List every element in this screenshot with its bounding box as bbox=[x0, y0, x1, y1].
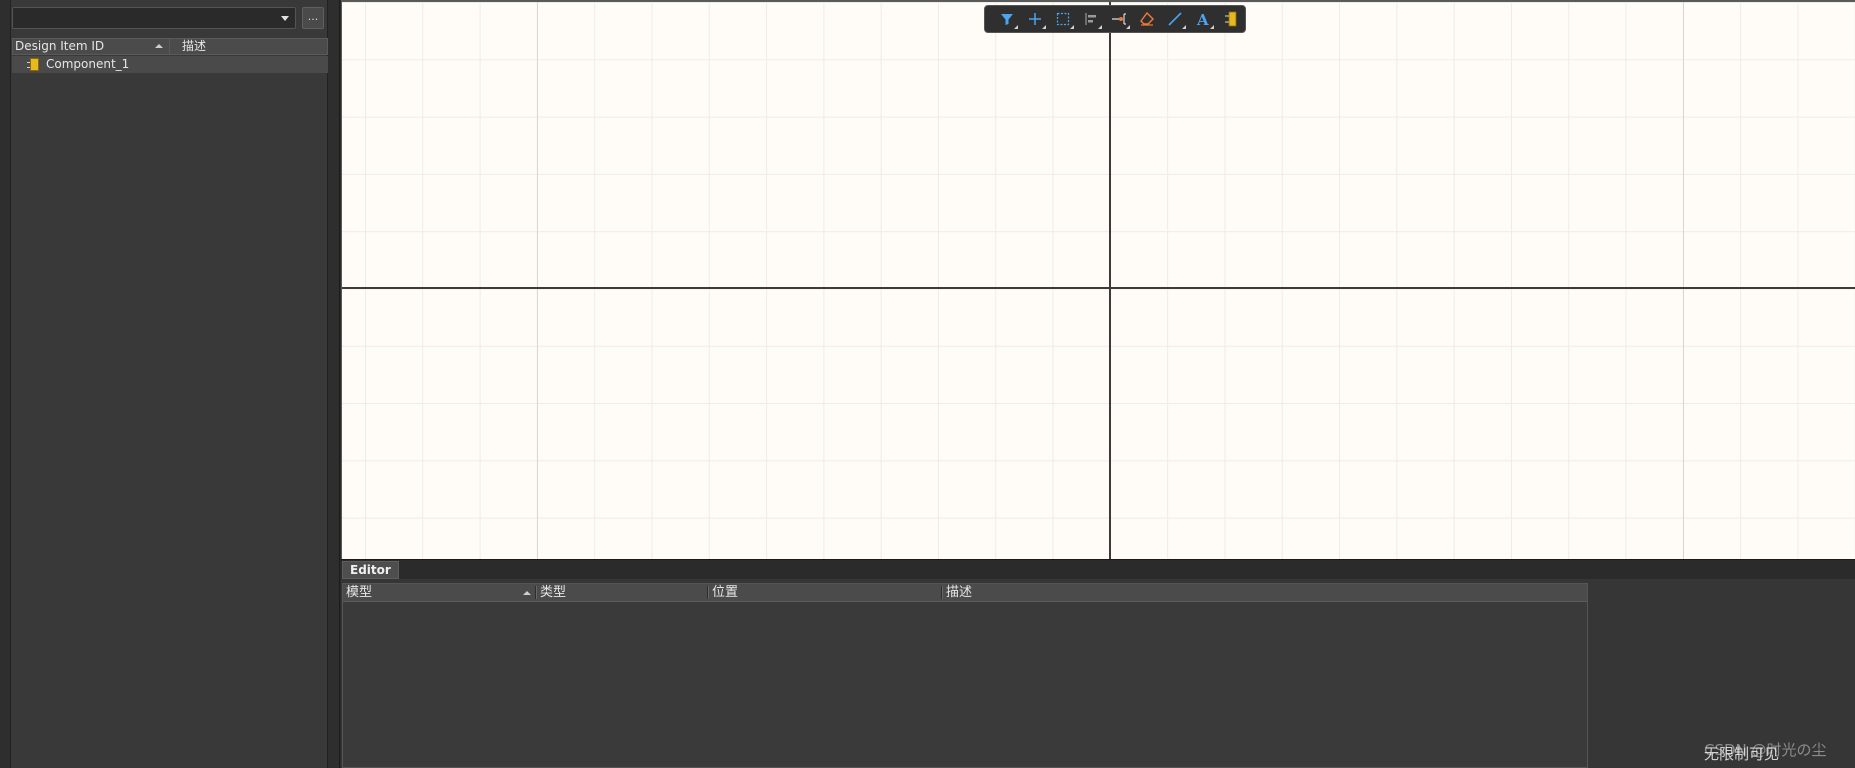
column-type[interactable]: 类型 bbox=[537, 584, 707, 601]
component-icon bbox=[1225, 11, 1237, 27]
tab-editor[interactable]: Editor bbox=[342, 561, 399, 579]
align-icon bbox=[1085, 13, 1096, 25]
dropdown-triangle-icon bbox=[1010, 25, 1018, 29]
library-panel-body bbox=[10, 0, 328, 768]
sort-ascending-icon bbox=[523, 591, 531, 595]
origin-axis-horizontal bbox=[342, 287, 1855, 289]
select-rect-tool[interactable] bbox=[1049, 7, 1077, 31]
active-bar-toolbar: A bbox=[984, 5, 1246, 33]
column-location-label: 位置 bbox=[712, 585, 739, 600]
add-cross-tool[interactable] bbox=[1021, 7, 1049, 31]
dropdown-triangle-icon bbox=[1206, 25, 1214, 29]
origin-axis-vertical bbox=[1109, 2, 1111, 559]
watermark-text-front: 无限制可见 bbox=[1704, 745, 1780, 763]
model-table: 模型 类型 位置 描述 bbox=[342, 583, 1588, 768]
align-tool[interactable] bbox=[1077, 7, 1105, 31]
column-description[interactable]: 描述 bbox=[943, 584, 1583, 601]
eraser-icon bbox=[1140, 12, 1154, 26]
column-model-label: 模型 bbox=[346, 585, 373, 600]
component-table: Design Item ID 描述 Component_1 bbox=[12, 38, 328, 73]
eraser-tool[interactable] bbox=[1133, 7, 1161, 31]
line-tool[interactable] bbox=[1161, 7, 1189, 31]
line-icon bbox=[1168, 12, 1182, 26]
select-rect-icon bbox=[1056, 12, 1070, 26]
place-pin-icon bbox=[1112, 13, 1126, 25]
model-table-header: 模型 类型 位置 描述 bbox=[343, 584, 1587, 602]
column-description-label: 描述 bbox=[182, 39, 207, 53]
column-location[interactable]: 位置 bbox=[709, 584, 941, 601]
table-row[interactable]: Component_1 bbox=[12, 56, 328, 73]
library-dropdown[interactable] bbox=[12, 7, 296, 29]
editor-panel: 模型 类型 位置 描述 bbox=[341, 579, 1855, 768]
component-icon bbox=[27, 58, 39, 71]
sort-ascending-icon bbox=[155, 44, 163, 48]
component-tool[interactable] bbox=[1217, 7, 1245, 31]
schematic-canvas[interactable]: A bbox=[341, 0, 1855, 559]
text-tool[interactable]: A bbox=[1189, 7, 1217, 31]
dropdown-triangle-icon bbox=[1094, 25, 1102, 29]
column-type-label: 类型 bbox=[540, 585, 567, 600]
column-design-item-id[interactable]: Design Item ID bbox=[13, 39, 170, 54]
chevron-down-icon bbox=[281, 16, 289, 21]
watermark: CSDN @时光の尘 无限制可见 bbox=[1704, 739, 1827, 763]
column-design-item-id-label: Design Item ID bbox=[15, 39, 105, 53]
place-pin-tool[interactable] bbox=[1105, 7, 1133, 31]
column-description-label: 描述 bbox=[946, 585, 973, 600]
dropdown-triangle-icon bbox=[1178, 25, 1186, 29]
dropdown-triangle-icon bbox=[1038, 25, 1046, 29]
grid-major bbox=[342, 2, 1855, 559]
dropdown-triangle-icon bbox=[1066, 25, 1074, 29]
app-window: ... Design Item ID 描述 Component_1 A Edit… bbox=[0, 0, 1855, 768]
dropdown-triangle-icon bbox=[1122, 25, 1130, 29]
component-table-header: Design Item ID 描述 bbox=[12, 38, 328, 55]
library-more-button[interactable]: ... bbox=[302, 7, 324, 29]
editor-tab-strip: Editor bbox=[341, 559, 1855, 579]
library-panel: ... Design Item ID 描述 Component_1 bbox=[0, 0, 340, 768]
filter-icon bbox=[1001, 14, 1013, 25]
add-cross-icon bbox=[1029, 13, 1041, 25]
design-item-id-cell: Component_1 bbox=[46, 57, 130, 71]
filter-tool[interactable] bbox=[993, 7, 1021, 31]
column-model[interactable]: 模型 bbox=[343, 584, 533, 601]
column-description[interactable]: 描述 bbox=[170, 39, 327, 54]
